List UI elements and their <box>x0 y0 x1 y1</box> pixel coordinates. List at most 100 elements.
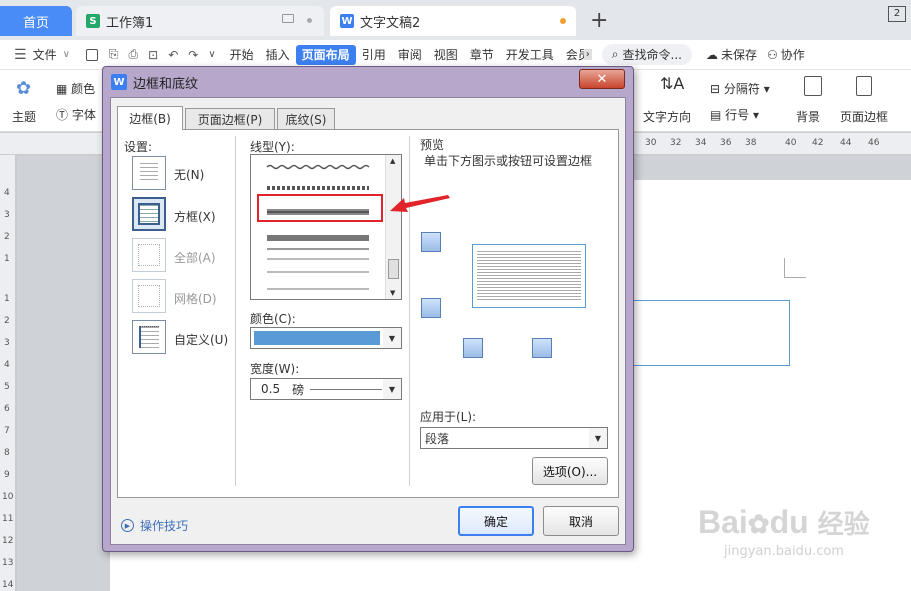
menu-review[interactable]: 审阅 <box>392 45 428 65</box>
ruler-number: 36 <box>720 138 732 148</box>
color-dropdown[interactable]: ▼ <box>250 327 402 349</box>
scroll-down-icon[interactable]: ▼ <box>390 289 395 297</box>
setting-grid-label: 网格(D) <box>174 292 217 306</box>
tab-document-label: 文字文稿2 <box>360 15 421 31</box>
divider <box>409 136 410 486</box>
menu-page-layout[interactable]: 页面布局 <box>295 44 356 65</box>
ok-button[interactable]: 确定 <box>458 506 534 536</box>
undo-icon[interactable]: ↶ <box>168 48 178 62</box>
theme-button[interactable]: 主题 <box>12 108 36 125</box>
save-icon[interactable] <box>85 48 98 61</box>
tab-dot-icon <box>307 18 312 23</box>
menu-developer[interactable]: 开发工具 <box>500 45 560 65</box>
menu-view[interactable]: 视图 <box>428 45 464 65</box>
unsaved-status[interactable]: 未保存 <box>721 46 757 63</box>
more-icon[interactable]: ∨ <box>208 49 215 60</box>
unsaved-dot-icon <box>560 18 566 24</box>
bottom-border-button[interactable] <box>421 298 441 318</box>
paw-icon: ✿ <box>747 509 770 539</box>
line-style-list[interactable]: ▲ ▼ <box>250 154 402 300</box>
preview-label: 预览 <box>420 138 445 152</box>
ruler-number: 8 <box>4 448 10 458</box>
color-swatch <box>254 331 380 345</box>
ruler-number: 30 <box>645 138 657 148</box>
menu-member[interactable]: 会员 <box>560 45 584 65</box>
tab-home[interactable]: 首页 <box>0 6 72 36</box>
page-border-button[interactable]: 页面边框 <box>840 108 888 125</box>
top-border-button[interactable] <box>421 232 441 252</box>
apply-to-value: 段落 <box>425 431 450 446</box>
line-style-scrollbar[interactable]: ▲ ▼ <box>385 155 401 299</box>
tab-page-border[interactable]: 页面边框(P) <box>185 108 275 130</box>
line-style-samples <box>266 164 370 290</box>
export-pdf-icon[interactable]: ⎘ <box>109 47 119 62</box>
separator-button[interactable]: ⊟ 分隔符 ▾ <box>710 80 770 97</box>
chevron-down-icon[interactable]: ∨ <box>63 49 70 60</box>
new-tab-button[interactable]: + <box>590 8 608 33</box>
ruler-number: 34 <box>695 138 707 148</box>
ruler-number: 44 <box>840 138 852 148</box>
text-direction-button[interactable]: 文字方向 <box>643 108 691 125</box>
ruler-number: 12 <box>2 536 14 546</box>
apply-to-dropdown[interactable]: 段落 ▼ <box>420 427 608 449</box>
setting-box-label[interactable]: 方框(X) <box>174 208 216 225</box>
tab-document[interactable]: W 文字文稿2 <box>330 6 576 36</box>
play-icon: ▶ <box>121 519 134 532</box>
tab-shading[interactable]: 底纹(S) <box>277 108 335 130</box>
color-label: 颜色(C): <box>250 312 296 326</box>
cancel-button[interactable]: 取消 <box>543 506 619 536</box>
scroll-up-icon[interactable]: ▲ <box>390 157 395 165</box>
dialog-title-bar[interactable]: W 边框和底纹 <box>107 69 629 95</box>
right-border-button[interactable] <box>532 338 552 358</box>
preview-box[interactable] <box>472 244 586 308</box>
ruler-number: 13 <box>2 558 14 568</box>
menu-chapter[interactable]: 章节 <box>464 45 500 65</box>
line-number-button[interactable]: ▤ 行号 ▾ <box>710 106 759 123</box>
tab-workbook[interactable]: S 工作簿1 <box>76 6 324 36</box>
search-box[interactable]: ⌕ 查找命令... <box>601 44 692 65</box>
search-icon: ⌕ <box>611 47 619 61</box>
tab-borders[interactable]: 边框(B) <box>117 106 183 130</box>
paragraph-border-box[interactable] <box>630 300 790 366</box>
background-button[interactable]: 背景 <box>796 108 820 125</box>
print-preview-icon[interactable]: ⊡ <box>148 48 158 62</box>
width-unit: 磅 <box>292 382 305 397</box>
tips-link[interactable]: ▶ 操作技巧 <box>121 517 188 534</box>
collab-button[interactable]: 协作 <box>781 46 805 63</box>
menu-insert[interactable]: 插入 <box>260 45 296 65</box>
setting-none-icon[interactable] <box>132 156 166 190</box>
menu-file[interactable]: 文件 <box>27 45 63 65</box>
ruler-number: 38 <box>745 138 757 148</box>
left-border-button[interactable] <box>463 338 483 358</box>
setting-grid-icon <box>132 279 166 313</box>
highlight-box <box>257 194 383 222</box>
setting-none-label[interactable]: 无(N) <box>174 166 204 183</box>
color-button[interactable]: ▦ 颜色 <box>56 80 95 97</box>
setting-all-icon <box>132 238 166 272</box>
ruler-number: 1 <box>4 294 10 304</box>
options-button[interactable]: 选项(O)... <box>532 457 608 485</box>
width-dropdown[interactable]: 0.5 磅 ▼ <box>250 378 402 400</box>
menu-references[interactable]: 引用 <box>356 45 392 65</box>
redo-icon[interactable]: ↷ <box>188 48 198 62</box>
print-icon[interactable]: ⎙ <box>129 47 139 62</box>
scroll-thumb[interactable] <box>388 259 399 279</box>
width-sample-line <box>310 388 383 390</box>
setting-box-icon[interactable] <box>132 197 166 231</box>
borders-shading-dialog: W 边框和底纹 ✕ 边框(B) 页面边框(P) 底纹(S) 设置: 无(N) 方… <box>102 66 634 552</box>
menu-start[interactable]: 开始 <box>224 45 260 65</box>
collab-icon: ⚇ <box>766 47 778 62</box>
setting-custom-icon[interactable] <box>132 320 166 354</box>
close-icon[interactable]: ✕ <box>579 69 625 89</box>
vertical-ruler[interactable]: 4 3 2 1 1 2 3 4 5 6 7 8 9 10 11 12 13 14 <box>0 155 16 591</box>
font-button[interactable]: Ⓣ 字体 <box>56 106 96 123</box>
ruler-number: 14 <box>2 580 14 590</box>
tab-workbook-label: 工作簿1 <box>106 15 154 31</box>
hamburger-icon[interactable]: ☰ <box>14 47 27 63</box>
window-count-badge[interactable]: 2 <box>888 6 906 22</box>
menu-scroll-right-icon[interactable]: › <box>583 49 592 60</box>
setting-custom-label[interactable]: 自定义(U) <box>174 331 228 348</box>
theme-icon[interactable]: ✿ <box>16 78 31 99</box>
ruler-number: 10 <box>2 492 14 502</box>
annotation-arrow <box>390 195 450 212</box>
